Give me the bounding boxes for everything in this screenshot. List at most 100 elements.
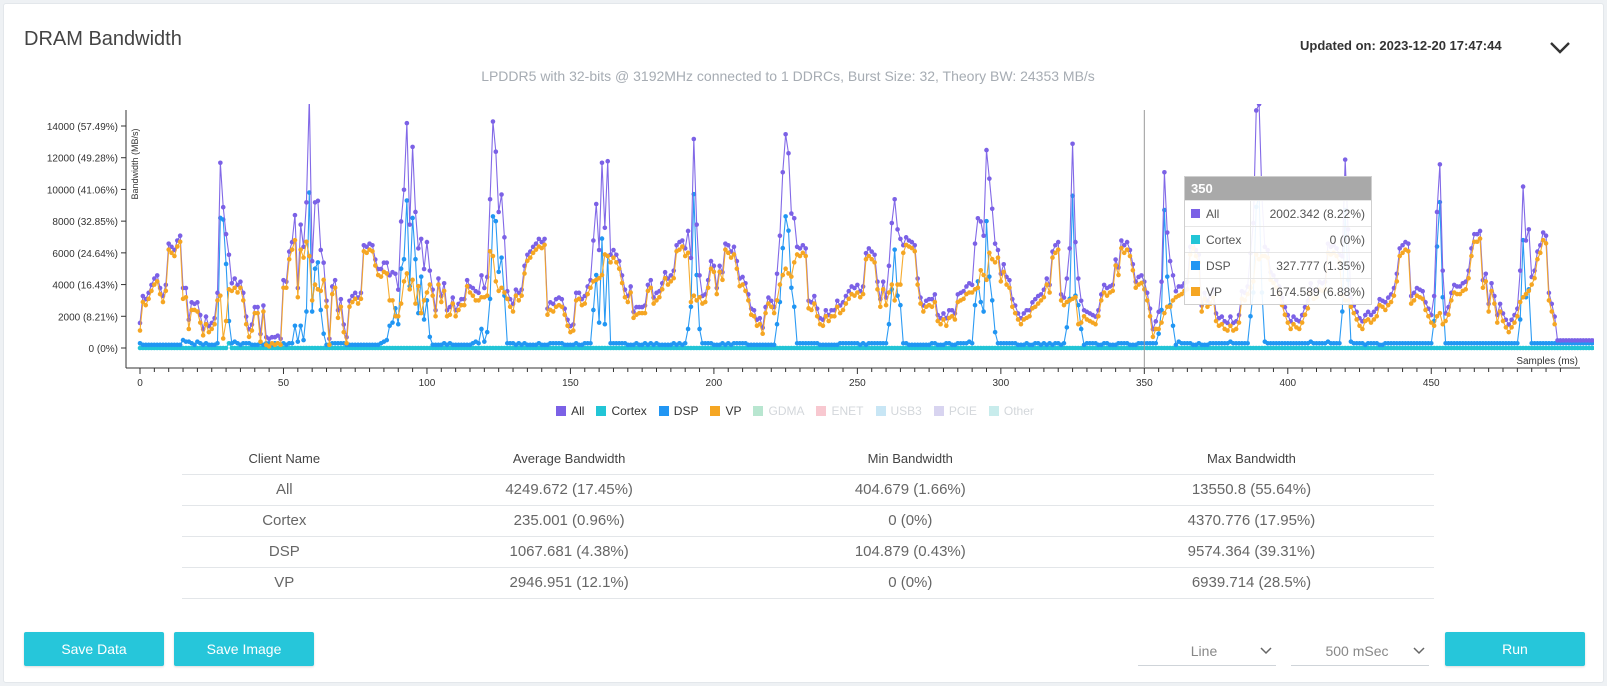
chart-type-value: Line [1190,642,1218,659]
data-point-vp [438,299,444,305]
data-point-vp [843,301,849,306]
data-point-vp [427,282,433,287]
data-point-vp [1443,318,1448,324]
data-point-vp [1012,310,1018,316]
data-point-vp [220,336,226,341]
chevron-down-icon [1413,646,1425,654]
data-point-all [1517,268,1523,273]
data-point-vp [625,299,631,305]
data-point-vp [1041,294,1047,300]
data-point-vp [1093,321,1098,327]
tooltip-series-name: DSP [1206,258,1231,273]
data-point-vp [1480,285,1486,291]
data-point-all [1420,288,1425,294]
data-point-vp [746,298,751,303]
data-point-dsp [1337,340,1342,346]
legend-item-dsp[interactable]: DSP [658,404,698,418]
data-point-vp [1494,320,1500,325]
save-data-button[interactable]: Save Data [24,632,164,666]
data-point-vp [146,296,151,302]
legend-label: USB3 [890,404,922,418]
legend-item-pcie[interactable]: PCIE [933,404,977,418]
data-point-all [941,311,946,316]
data-point-vp [1305,306,1311,311]
data-point-dsp [312,266,318,272]
interval-select[interactable]: 500 mSec [1291,636,1429,666]
data-point-vp [725,250,731,256]
data-point-vp [318,288,324,294]
data-point-vp [616,266,622,272]
tooltip-swatch [1191,235,1200,244]
data-point-all [978,219,984,224]
legend-item-gdma[interactable]: GDMA [753,404,804,418]
data-point-vp [1296,326,1302,332]
data-point-vp [975,285,981,291]
data-point-all [450,295,456,300]
table-cell: All [182,474,387,506]
data-point-all [1064,276,1070,281]
data-point-vp [470,293,476,298]
data-point-vp [1150,334,1156,340]
data-point-all [232,276,237,281]
data-point-vp [855,290,860,295]
data-point-all [1156,309,1161,315]
data-point-vp [582,301,588,306]
data-point-all [662,269,668,275]
bandwidth-card: DRAM Bandwidth Updated on: 2023-12-20 17… [3,3,1604,683]
data-point-vp [1096,313,1101,319]
data-point-all [1073,239,1078,245]
data-point-all [177,233,183,239]
data-point-vp [421,298,427,303]
data-point-dsp [395,321,401,327]
data-point-vp [1058,298,1064,303]
data-point-vp [1167,304,1173,310]
data-point-vp [235,290,240,295]
data-point-vp [1055,247,1061,252]
chevron-down-icon[interactable] [1546,36,1574,58]
table-cell: 2946.951 (12.1%) [386,567,752,599]
data-point-vp [1423,307,1428,313]
data-point-vp [605,253,611,259]
legend-item-all[interactable]: All [556,404,584,418]
data-point-vp [1010,304,1015,310]
data-point-dsp [989,298,995,303]
save-image-button[interactable]: Save Image [174,632,314,666]
legend-item-vp[interactable]: VP [710,404,741,418]
data-point-all [989,206,995,212]
data-point-all [154,273,160,278]
legend-item-enet[interactable]: ENET [816,404,864,418]
data-point-all [602,225,608,231]
data-point-dsp [1153,340,1159,346]
x-tick-label: 350 [1136,378,1153,389]
data-point-dsp [883,340,889,346]
legend-item-usb3[interactable]: USB3 [875,404,922,418]
data-point-vp [898,282,903,287]
run-button[interactable]: Run [1445,632,1585,666]
x-tick-label: 250 [849,378,866,389]
data-point-vp [671,275,677,281]
data-point-vp [774,298,780,303]
data-point-all [255,304,260,310]
data-point-all [404,120,410,126]
data-point-vp [183,294,189,300]
data-point-dsp [292,323,298,329]
data-point-all [1164,230,1170,235]
data-point-vp [1437,310,1443,316]
chart-type-select[interactable]: Line [1138,636,1276,666]
data-point-dsp [476,340,481,346]
data-point-all [1076,276,1081,281]
legend-item-cortex[interactable]: Cortex [596,404,647,418]
data-point-vp [404,271,410,276]
legend-item-other[interactable]: Other [988,404,1034,418]
data-point-vp [223,318,229,324]
data-point-vp [195,309,200,314]
data-point-vp [1538,250,1543,256]
data-point-vp [1027,313,1032,319]
data-point-vp [740,282,745,287]
data-point-vp [941,317,946,322]
legend-swatch [933,406,944,416]
data-point-vp [1489,288,1494,294]
data-point-all [1523,238,1529,243]
data-point-vp [1113,263,1118,268]
data-point-dsp [289,340,295,346]
